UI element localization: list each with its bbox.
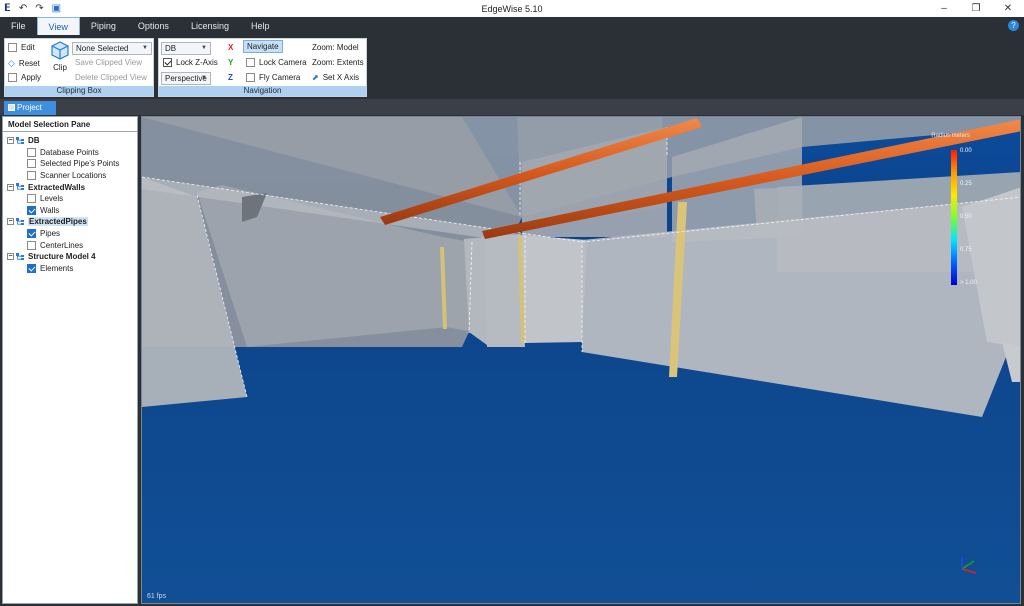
tree-node-extracted-walls[interactable]: − ExtractedWalls <box>3 181 137 193</box>
tree-item-scanner-locations[interactable]: Scanner Locations <box>3 170 137 182</box>
model-tree: − DB Database Points Selected Pipe's Poi… <box>3 132 137 274</box>
project-icon <box>8 104 15 111</box>
save-icon[interactable]: ▣ <box>52 3 61 14</box>
lock-z-axis-checkbox[interactable] <box>163 58 172 67</box>
clip-button[interactable]: Clip <box>50 41 70 72</box>
redo-icon[interactable]: ↷ <box>35 3 43 14</box>
axis-icon: ⬈ <box>312 73 319 82</box>
menu-file[interactable]: File <box>0 17 37 35</box>
tree-item-walls[interactable]: Walls <box>3 205 137 217</box>
document-tab-strip: Project <box>0 99 1024 115</box>
tree-node-extracted-pipes[interactable]: − ExtractedPipes <box>3 216 137 228</box>
zoom-extents-button[interactable]: Zoom: Extents <box>312 58 364 67</box>
hierarchy-icon <box>16 183 24 191</box>
undo-icon[interactable]: ↶ <box>19 3 27 14</box>
tree-item-elements[interactable]: Elements <box>3 263 137 275</box>
legend-label-2: 0.50 <box>960 214 972 220</box>
menu-piping[interactable]: Piping <box>80 17 127 35</box>
title-bar: 𝗘 ↶ ↷ ▣ EdgeWise 5.10 – ❐ ✕ <box>0 0 1024 17</box>
delete-clipped-view-button[interactable]: Delete Clipped View <box>75 73 147 82</box>
hierarchy-icon <box>16 217 24 225</box>
legend-label-1: 0.25 <box>960 181 972 187</box>
selected-pipes-points-checkbox[interactable] <box>27 159 36 169</box>
navigation-group: DB ▼ Lock Z-Axis Perspective ▼ X Y Z Navig… <box>158 38 367 97</box>
apply-checkbox[interactable] <box>8 73 17 82</box>
tree-item-levels[interactable]: Levels <box>3 193 137 205</box>
menu-bar: File View Piping Options Licensing Help … <box>0 17 1024 35</box>
model-selection-pane: Model Selection Pane − DB Database Point… <box>2 116 138 604</box>
pane-title: Model Selection Pane <box>3 117 137 132</box>
reset-icon: ◇ <box>8 58 15 68</box>
lock-z-axis-toggle[interactable]: Lock Z-Axis <box>163 58 218 67</box>
apply-toggle[interactable]: Apply <box>8 73 41 82</box>
clip-selection-dropdown[interactable]: None Selected ▼ <box>72 42 152 55</box>
menu-licensing[interactable]: Licensing <box>180 17 240 35</box>
legend-color-bar <box>951 150 957 285</box>
menu-view[interactable]: View <box>36 17 80 35</box>
ribbon: Edit ◇ Reset Apply Clip None Selected ▼ S… <box>0 35 1024 99</box>
legend-label-3: 0.75 <box>960 247 972 253</box>
tree-item-selected-pipes-points[interactable]: Selected Pipe's Points <box>3 158 137 170</box>
database-points-checkbox[interactable] <box>27 147 36 157</box>
collapse-icon[interactable]: − <box>7 253 14 261</box>
tab-project[interactable]: Project <box>4 101 56 115</box>
set-x-axis-button[interactable]: ⬈ Set X Axis <box>312 73 359 82</box>
lock-camera-toggle[interactable]: Lock Camera <box>246 58 307 67</box>
help-icon[interactable]: ? <box>1008 20 1019 31</box>
db-dropdown[interactable]: DB ▼ <box>161 42 211 55</box>
fps-counter: 61 fps <box>147 593 167 600</box>
centerlines-checkbox[interactable] <box>27 240 36 250</box>
reset-button[interactable]: ◇ Reset <box>8 58 40 69</box>
pipes-checkbox[interactable] <box>27 229 36 239</box>
projection-dropdown[interactable]: Perspective ▼ <box>161 72 211 85</box>
lock-camera-checkbox[interactable] <box>246 58 255 67</box>
close-icon[interactable]: ✕ <box>992 0 1024 17</box>
zoom-model-button[interactable]: Zoom: Model <box>312 43 359 52</box>
menu-help[interactable]: Help <box>240 17 281 35</box>
clipping-box-label: Clipping Box <box>5 86 153 96</box>
legend-title: Radius meters <box>931 133 970 139</box>
tree-node-structure-model-4[interactable]: − Structure Model 4 <box>3 251 137 263</box>
clipping-box-group: Edit ◇ Reset Apply Clip None Selected ▼ S… <box>4 38 154 97</box>
scene-render <box>142 117 1020 603</box>
app-logo-icon: 𝗘 <box>4 3 11 14</box>
legend-label-0: 0.00 <box>960 148 972 154</box>
navigation-label: Navigation <box>159 86 366 96</box>
tree-item-centerlines[interactable]: CenterLines <box>3 239 137 251</box>
scanner-locations-checkbox[interactable] <box>27 171 36 181</box>
save-clipped-view-button[interactable]: Save Clipped View <box>75 58 142 67</box>
view-z-button[interactable]: Z <box>228 73 233 82</box>
clip-cube-icon <box>51 41 69 60</box>
chevron-down-icon: ▼ <box>201 45 207 51</box>
hierarchy-icon <box>16 136 24 144</box>
elements-checkbox[interactable] <box>27 263 36 273</box>
fly-camera-checkbox[interactable] <box>246 73 255 82</box>
3d-viewport[interactable]: Radius meters 0.00 0.25 0.50 0.75 > 1.00… <box>141 116 1021 604</box>
levels-checkbox[interactable] <box>27 194 36 204</box>
fly-camera-toggle[interactable]: Fly Camera <box>246 73 300 82</box>
tree-node-db[interactable]: − DB <box>3 135 137 147</box>
collapse-icon[interactable]: − <box>7 137 14 145</box>
view-x-button[interactable]: X <box>228 43 233 52</box>
navigate-button[interactable]: Navigate <box>243 40 283 53</box>
tree-item-database-points[interactable]: Database Points <box>3 147 137 159</box>
collapse-icon[interactable]: − <box>7 218 14 226</box>
hierarchy-icon <box>16 252 24 260</box>
chevron-down-icon: ▼ <box>201 75 207 81</box>
tree-item-pipes[interactable]: Pipes <box>3 228 137 240</box>
view-y-button[interactable]: Y <box>228 58 233 67</box>
restore-icon[interactable]: ❐ <box>960 0 992 17</box>
legend-label-4: > 1.00 <box>960 280 977 286</box>
chevron-down-icon: ▼ <box>142 45 148 51</box>
minimize-icon[interactable]: – <box>928 0 960 17</box>
edit-checkbox[interactable] <box>8 43 17 52</box>
collapse-icon[interactable]: − <box>7 183 14 191</box>
walls-checkbox[interactable] <box>27 205 36 215</box>
menu-options[interactable]: Options <box>127 17 180 35</box>
window-title: EdgeWise 5.10 <box>481 3 543 14</box>
edit-toggle[interactable]: Edit <box>8 43 35 52</box>
